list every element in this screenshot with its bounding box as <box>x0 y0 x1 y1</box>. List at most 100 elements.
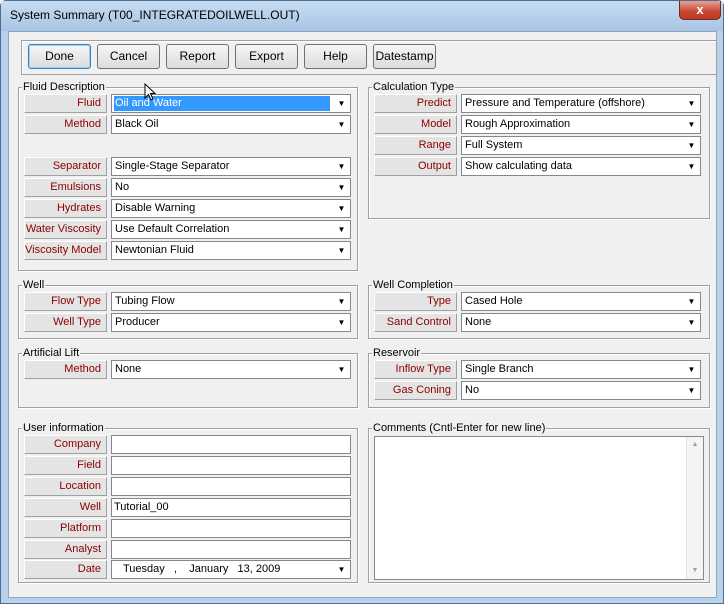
inflow-type-label: Inflow Type <box>374 360 457 379</box>
predict-value: Pressure and Temperature (offshore) <box>465 97 645 109</box>
chevron-down-icon[interactable]: ▼ <box>333 158 350 175</box>
sand-control-value: None <box>465 316 492 328</box>
well-type-label: Well Type <box>24 313 107 332</box>
chevron-down-icon[interactable]: ▼ <box>333 314 350 331</box>
done-button[interactable]: Done <box>28 44 91 69</box>
hydrates-value: Disable Warning <box>115 202 196 214</box>
title-bar[interactable]: System Summary (T00_INTEGRATEDOILWELL.OU… <box>1 1 723 31</box>
hydrates-label: Hydrates <box>24 199 107 218</box>
well-name-label: Well <box>24 498 107 517</box>
group-title: Calculation Type <box>372 81 456 93</box>
chevron-down-icon[interactable]: ▼ <box>683 382 700 399</box>
chevron-down-icon[interactable]: ▼ <box>333 221 350 238</box>
hydrates-select[interactable]: Disable Warning ▼ <box>111 199 351 218</box>
emulsions-select[interactable]: No ▼ <box>111 178 351 197</box>
chevron-down-icon[interactable]: ▼ <box>333 293 350 310</box>
group-title: Artificial Lift <box>22 347 81 359</box>
well-type-select[interactable]: Producer ▼ <box>111 313 351 332</box>
location-field[interactable] <box>111 477 351 496</box>
well-name-field[interactable]: Tutorial_00 <box>111 498 351 517</box>
analyst-field[interactable] <box>111 540 351 559</box>
scroll-up-icon[interactable]: ▲ <box>687 437 703 453</box>
model-label: Model <box>374 115 457 134</box>
completion-type-value: Cased Hole <box>465 295 523 307</box>
emulsions-value: No <box>115 181 130 193</box>
separator-label: Separator <box>24 157 107 176</box>
model-select[interactable]: Rough Approximation ▼ <box>461 115 701 134</box>
predict-select[interactable]: Pressure and Temperature (offshore) ▼ <box>461 94 701 113</box>
company-field[interactable] <box>111 435 351 454</box>
chevron-down-icon[interactable]: ▼ <box>683 158 700 175</box>
chevron-down-icon[interactable]: ▼ <box>683 293 700 310</box>
chevron-down-icon[interactable]: ▼ <box>683 95 700 112</box>
company-label: Company <box>24 435 107 454</box>
viscosity-model-value: Newtonian Fluid <box>115 244 194 256</box>
gas-coning-select[interactable]: No ▼ <box>461 381 701 400</box>
well-completion-group: Well Completion Type Cased Hole ▼ Sand Co… <box>368 279 710 339</box>
date-picker[interactable]: Tuesday , January 13, 2009 ▼ <box>111 560 351 579</box>
chevron-down-icon[interactable]: ▼ <box>333 200 350 217</box>
range-label: Range <box>374 136 457 155</box>
separator-select[interactable]: Single-Stage Separator ▼ <box>111 157 351 176</box>
close-icon: x <box>696 2 704 17</box>
output-select[interactable]: Show calculating data ▼ <box>461 157 701 176</box>
chevron-down-icon[interactable]: ▼ <box>683 314 700 331</box>
chevron-down-icon[interactable]: ▼ <box>333 361 350 378</box>
dialog-client-area: Done Cancel Report Export Help Datestamp… <box>8 31 717 598</box>
chevron-down-icon[interactable]: ▼ <box>683 361 700 378</box>
chevron-down-icon[interactable]: ▼ <box>333 242 350 259</box>
datestamp-button[interactable]: Datestamp <box>373 44 436 69</box>
report-button[interactable]: Report <box>166 44 229 69</box>
export-button[interactable]: Export <box>235 44 298 69</box>
flow-type-value: Tubing Flow <box>115 295 175 307</box>
completion-type-select[interactable]: Cased Hole ▼ <box>461 292 701 311</box>
range-value: Full System <box>465 139 523 151</box>
fluid-label: Fluid <box>24 94 107 113</box>
comments-scrollbar[interactable]: ▲ ▼ <box>686 437 703 579</box>
viscosity-model-select[interactable]: Newtonian Fluid ▼ <box>111 241 351 260</box>
help-button[interactable]: Help <box>304 44 367 69</box>
chevron-down-icon[interactable]: ▼ <box>333 179 350 196</box>
chevron-down-icon[interactable]: ▼ <box>333 561 350 578</box>
water-viscosity-select[interactable]: Use Default Correlation ▼ <box>111 220 351 239</box>
inflow-type-select[interactable]: Single Branch ▼ <box>461 360 701 379</box>
chevron-down-icon[interactable]: ▼ <box>683 116 700 133</box>
field-field[interactable] <box>111 456 351 475</box>
gas-coning-value: No <box>465 384 480 396</box>
cancel-button[interactable]: Cancel <box>97 44 160 69</box>
user-information-group: User information Company Field Location … <box>18 422 358 583</box>
well-group: Well Flow Type Tubing Flow ▼ Well Type Pr… <box>18 279 358 339</box>
gas-coning-label: Gas Coning <box>374 381 457 400</box>
group-title: Well <box>22 279 46 291</box>
sand-control-select[interactable]: None ▼ <box>461 313 701 332</box>
method-label: Method <box>24 115 107 134</box>
fluid-description-group: Fluid Description Fluid Oil and Water ▼ M… <box>18 81 358 271</box>
lift-method-value: None <box>115 363 142 375</box>
chevron-down-icon[interactable]: ▼ <box>333 95 350 112</box>
platform-label: Platform <box>24 519 107 538</box>
analyst-label: Analyst <box>24 540 107 559</box>
method-select[interactable]: Black Oil ▼ <box>111 115 351 134</box>
flow-type-select[interactable]: Tubing Flow ▼ <box>111 292 351 311</box>
scroll-down-icon[interactable]: ▼ <box>687 563 703 579</box>
completion-type-label: Type <box>374 292 457 311</box>
sand-control-label: Sand Control <box>374 313 457 332</box>
date-label: Date <box>24 560 107 579</box>
lift-method-select[interactable]: None ▼ <box>111 360 351 379</box>
viscosity-model-label: Viscosity Model <box>24 241 107 260</box>
comments-textarea[interactable]: ▲ ▼ <box>374 436 704 580</box>
group-title: Well Completion <box>372 279 454 291</box>
chevron-down-icon[interactable]: ▼ <box>333 116 350 133</box>
model-value: Rough Approximation <box>465 118 571 130</box>
output-value: Show calculating data <box>465 160 573 172</box>
close-button[interactable]: x <box>679 1 721 20</box>
flow-type-label: Flow Type <box>24 292 107 311</box>
platform-field[interactable] <box>111 519 351 538</box>
chevron-down-icon[interactable]: ▼ <box>683 137 700 154</box>
inflow-type-value: Single Branch <box>465 363 534 375</box>
mouse-cursor-icon <box>144 83 156 101</box>
button-bar: Done Cancel Report Export Help Datestamp <box>21 40 717 75</box>
method-value: Black Oil <box>115 118 159 130</box>
group-title: User information <box>22 422 105 434</box>
range-select[interactable]: Full System ▼ <box>461 136 701 155</box>
